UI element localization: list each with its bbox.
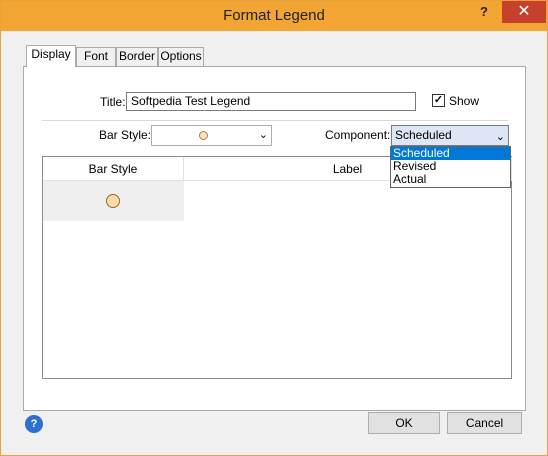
table-row[interactable] — [43, 181, 184, 221]
circle-bar-style-icon — [199, 131, 208, 140]
cancel-button[interactable]: Cancel — [447, 412, 522, 434]
column-header-bar-style[interactable]: Bar Style — [43, 157, 184, 181]
bar-style-label: Bar Style: — [99, 128, 152, 142]
dialog-body: Display Font Border Options Title: Softp… — [9, 32, 539, 448]
tab-border[interactable]: Border — [116, 47, 158, 66]
component-dropdown-list: Scheduled Revised Actual — [390, 146, 511, 188]
bar-style-select[interactable]: ⌄ — [151, 125, 272, 146]
legend-grid: Bar Style Label — [42, 156, 512, 379]
checkbox-icon: ✓ — [433, 94, 444, 106]
title-bar: Format Legend ? ✕ — [1, 1, 547, 31]
component-selected-value: Scheduled — [395, 128, 452, 142]
title-input[interactable]: Softpedia Test Legend — [126, 92, 416, 111]
option-actual[interactable]: Actual — [391, 173, 510, 186]
component-select[interactable]: Scheduled ⌄ — [391, 125, 509, 146]
show-checkbox[interactable]: ✓ — [432, 94, 445, 107]
chevron-down-icon: ⌄ — [258, 129, 268, 141]
format-legend-window: Format Legend ? ✕ Display Font Border Op… — [0, 0, 548, 456]
help-icon[interactable]: ? — [25, 415, 43, 433]
title-label: Title: — [100, 95, 126, 109]
chevron-down-icon: ⌄ — [495, 131, 505, 143]
window-title: Format Legend — [223, 7, 325, 24]
tab-font[interactable]: Font — [76, 47, 116, 66]
help-title-button[interactable]: ? — [471, 1, 497, 23]
tab-options[interactable]: Options — [158, 47, 204, 66]
circle-bar-style-icon — [106, 194, 120, 208]
tab-display[interactable]: Display — [26, 45, 76, 67]
display-panel: Title: Softpedia Test Legend ✓ Show Bar … — [23, 66, 526, 411]
ok-button[interactable]: OK — [368, 412, 440, 434]
separator — [42, 120, 508, 121]
close-button[interactable]: ✕ — [502, 1, 546, 23]
show-label: Show — [449, 94, 480, 108]
component-label: Component: — [325, 128, 391, 142]
